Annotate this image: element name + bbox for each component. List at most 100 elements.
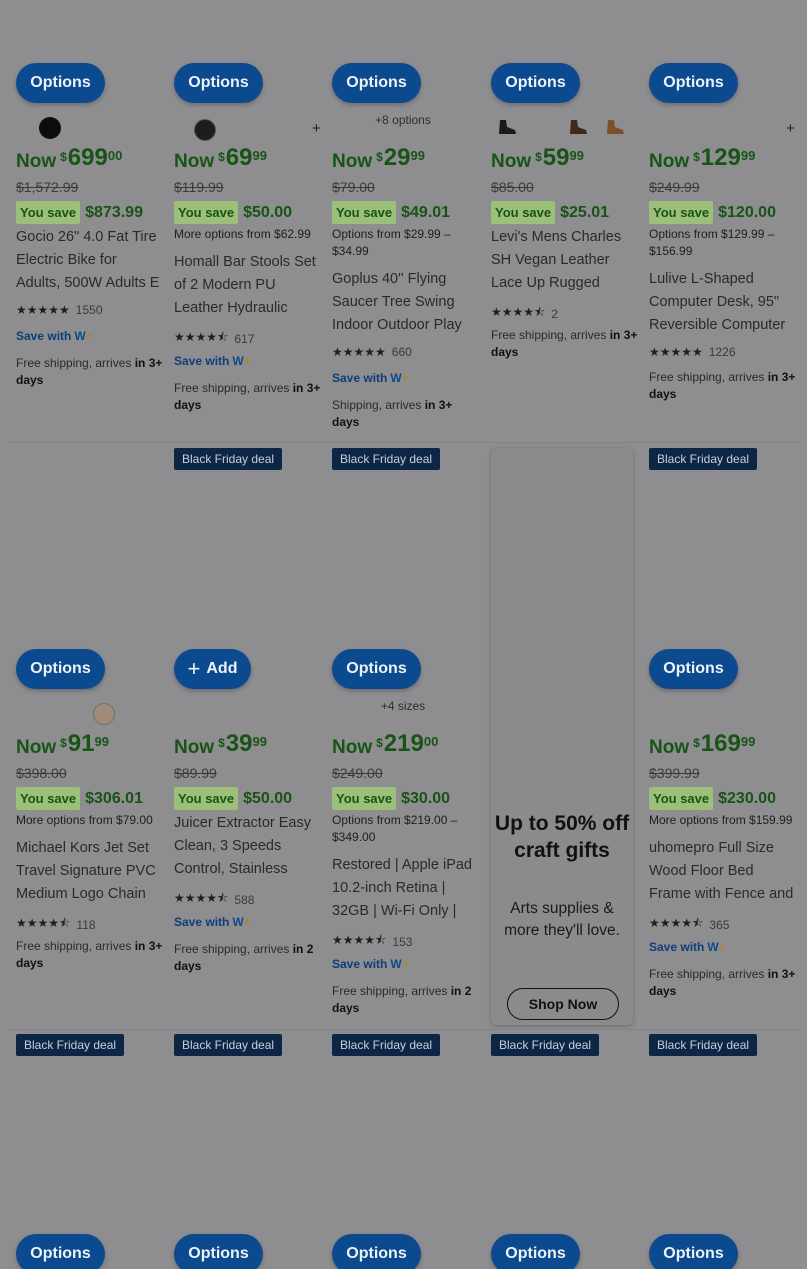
options-button[interactable]: Options: [174, 63, 263, 103]
options-button[interactable]: Options: [174, 1234, 263, 1269]
review-count: 118: [76, 917, 96, 932]
color-swatch-signature[interactable]: [93, 703, 115, 725]
rating: ★★★★⯪ 365: [649, 914, 729, 935]
options-button[interactable]: Options: [491, 1234, 580, 1269]
star-rating-icon: ★★★★★: [649, 345, 703, 359]
more-swatches-icon[interactable]: +: [786, 120, 795, 137]
shop-now-button[interactable]: Shop Now: [507, 988, 619, 1020]
price-cents: 99: [740, 734, 756, 749]
options-button[interactable]: Options: [491, 63, 580, 103]
black-friday-badge: Black Friday deal: [649, 1034, 758, 1056]
more-options-text: More options from $62.99: [174, 227, 311, 241]
current-price: Now $ 69 99: [174, 146, 267, 173]
current-price: Now $ 91 99: [16, 732, 109, 759]
boot-swatch-brown-icon[interactable]: [567, 118, 589, 136]
save-with-walmart-plus: Save with W+: [16, 329, 93, 343]
product-title[interactable]: Restored | Apple iPad 10.2-inch Retina |…: [332, 854, 478, 923]
options-button[interactable]: Options: [332, 649, 421, 689]
shipping-text: Free shipping, arrives: [16, 939, 135, 953]
savings: You save $873.99: [16, 201, 143, 224]
walmart-plus-icon: W+: [232, 915, 251, 929]
shipping-info: Free shipping, arrives in 2 days: [332, 983, 480, 1017]
boot-swatch-tan-icon[interactable]: [604, 118, 626, 136]
row-divider: [8, 442, 799, 443]
more-options-text: More options from $79.00: [16, 813, 153, 827]
now-label: Now: [16, 737, 57, 758]
price-cents: 99: [252, 734, 267, 749]
now-label: Now: [649, 151, 690, 172]
price-cents: 99: [410, 148, 425, 163]
currency-symbol: $: [535, 150, 542, 164]
current-price: Now $ 129 99: [649, 146, 755, 173]
star-rating-icon: ★★★★★: [16, 303, 70, 317]
you-save-badge: You save: [174, 201, 239, 224]
product-title[interactable]: Homall Bar Stools Set of 2 Modern PU Lea…: [174, 251, 320, 320]
options-button[interactable]: Options: [16, 63, 105, 103]
more-options-text: More options from $159.99: [649, 813, 793, 827]
price-cents: 99: [252, 148, 267, 163]
price-dollars: 59: [542, 144, 570, 171]
savings: You save $25.01: [491, 201, 609, 224]
black-friday-badge: Black Friday deal: [174, 1034, 283, 1056]
price-cents: 99: [740, 148, 756, 163]
product-title[interactable]: Juicer Extractor Easy Clean, 3 Speeds Co…: [174, 812, 320, 881]
save-with-label: Save with: [649, 940, 705, 954]
product-title[interactable]: Goplus 40'' Flying Saucer Tree Swing Ind…: [332, 268, 478, 337]
product-title[interactable]: Lulive L-Shaped Computer Desk, 95" Rever…: [649, 268, 795, 337]
price-cents: 99: [94, 734, 109, 749]
price-dollars: 129: [700, 144, 741, 171]
walmart-plus-icon: W+: [707, 940, 726, 954]
add-to-cart-button[interactable]: + Add: [174, 649, 251, 689]
add-label: Add: [206, 660, 238, 677]
savings: You save $230.00: [649, 787, 776, 810]
shipping-text: Free shipping, arrives: [174, 942, 293, 956]
you-save-badge: You save: [649, 201, 714, 224]
you-save-badge: You save: [332, 787, 397, 810]
color-swatch-black[interactable]: [194, 119, 216, 141]
options-button[interactable]: Options: [16, 649, 105, 689]
save-with-label: Save with: [174, 354, 230, 368]
price-dollars: 29: [383, 144, 411, 171]
color-swatch-black[interactable]: [39, 117, 61, 139]
more-swatches-icon[interactable]: +: [312, 120, 321, 137]
now-label: Now: [332, 151, 373, 172]
promo-card-craft-gifts[interactable]: Up to 50% off craft gifts Arts supplies …: [491, 448, 633, 1025]
product-title[interactable]: uhomepro Full Size Wood Floor Bed Frame …: [649, 837, 795, 906]
save-with-label: Save with: [332, 957, 388, 971]
rating: ★★★★⯪ 617: [174, 328, 254, 349]
was-price: $399.99: [649, 765, 700, 781]
shipping-info: Free shipping, arrives in 2 days: [174, 941, 322, 975]
save-amount: $50.00: [243, 789, 293, 807]
review-count: 588: [234, 892, 255, 907]
star-rating-icon: ★★★★⯪: [649, 916, 704, 930]
options-button[interactable]: Options: [16, 1234, 105, 1269]
promo-subtitle: Arts supplies & more they'll love.: [504, 900, 620, 939]
product-title[interactable]: Michael Kors Jet Set Travel Signature PV…: [16, 837, 162, 906]
walmart-plus-icon: W+: [390, 957, 409, 971]
review-count: 1226: [708, 345, 736, 359]
boot-swatch-black-icon[interactable]: [496, 118, 518, 136]
product-title[interactable]: Gocio 26" 4.0 Fat Tire Electric Bike for…: [16, 226, 162, 295]
star-rating-icon: ★★★★⯪: [174, 330, 229, 344]
current-price: Now $ 219 00: [332, 732, 438, 759]
options-button[interactable]: Options: [649, 63, 738, 103]
black-friday-badge: Black Friday deal: [649, 448, 758, 470]
options-button[interactable]: Options: [332, 63, 421, 103]
now-label: Now: [174, 151, 215, 172]
shipping-text: Free shipping, arrives: [649, 370, 768, 384]
options-button[interactable]: Options: [649, 649, 738, 689]
save-with-walmart-plus: Save with W+: [174, 915, 251, 929]
price-cents: 00: [107, 148, 123, 163]
was-price: $398.00: [16, 765, 67, 781]
options-button[interactable]: Options: [649, 1234, 738, 1269]
star-rating-icon: ★★★★⯪: [16, 916, 71, 930]
options-button[interactable]: Options: [332, 1234, 421, 1269]
save-with-label: Save with: [332, 371, 388, 385]
shipping-info: Free shipping, arrives in 3+ days: [491, 327, 639, 361]
you-save-badge: You save: [16, 787, 81, 810]
currency-symbol: $: [693, 736, 700, 750]
price-dollars: 69: [225, 144, 253, 171]
product-title[interactable]: Levi's Mens Charles SH Vegan Leather Lac…: [491, 226, 637, 295]
rating: ★★★★★ 1226: [649, 345, 736, 359]
shipping-text: Free shipping, arrives: [174, 381, 293, 395]
